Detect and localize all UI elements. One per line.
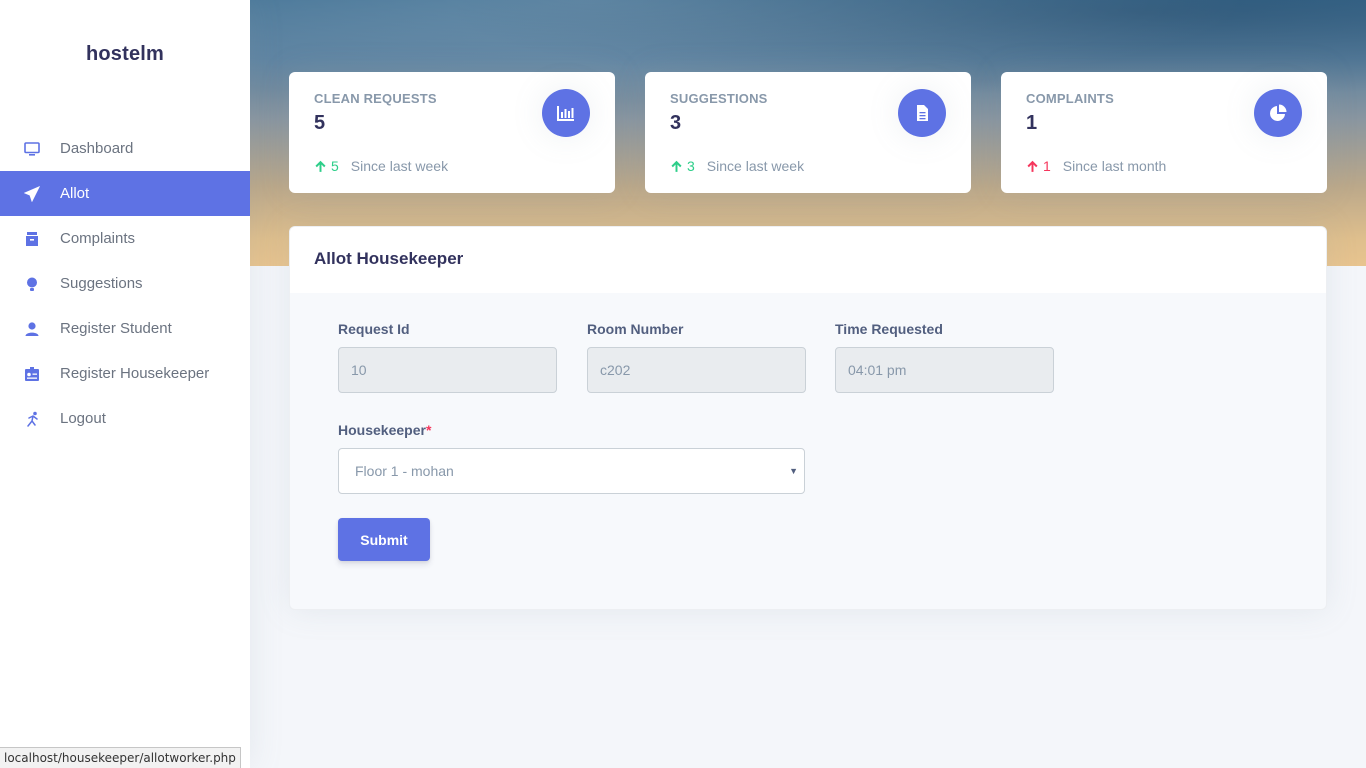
time-requested-label: Time Requested [835, 321, 943, 337]
sidebar-item-dashboard[interactable]: Dashboard [0, 126, 250, 171]
arrow-up-icon [315, 160, 326, 172]
submit-button[interactable]: Submit [338, 518, 430, 561]
stat-delta: 1 [1026, 158, 1051, 174]
badge-icon [24, 366, 40, 382]
arrow-up-icon [1027, 160, 1038, 172]
sidebar-item-label: Complaints [60, 230, 136, 247]
stat-footer: 1 Since last month [1026, 158, 1166, 174]
allot-housekeeper-card: Allot Housekeeper Request Id 10 Room Num… [289, 226, 1327, 610]
sidebar-item-label: Dashboard [60, 140, 134, 157]
housekeeper-label: Housekeeper* [338, 422, 431, 438]
archive-icon [24, 231, 40, 247]
stat-card-suggestions: SUGGESTIONS 3 3 Since last week [645, 72, 971, 193]
browser-status-url: localhost/housekeeper/allotworker.php [0, 747, 241, 768]
monitor-icon [24, 141, 40, 157]
brand-logo[interactable]: hostelm [0, 0, 250, 110]
sidebar-item-complaints[interactable]: Complaints [0, 216, 250, 261]
sidebar-item-register-student[interactable]: Register Student [0, 306, 250, 351]
sidebar-nav: Dashboard Allot Complaints Suggestions R… [0, 126, 250, 441]
stat-footer: 5 Since last week [314, 158, 448, 174]
stat-delta: 5 [314, 158, 339, 174]
room-number-field: c202 [587, 347, 806, 393]
request-id-label: Request Id [338, 321, 410, 337]
stat-delta-value: 1 [1043, 158, 1051, 174]
sidebar-item-allot[interactable]: Allot [0, 171, 250, 216]
sidebar-item-label: Allot [60, 185, 90, 202]
request-id-field: 10 [338, 347, 557, 393]
stat-since: Since last month [1062, 158, 1167, 174]
stat-delta-value: 3 [687, 158, 695, 174]
sidebar-item-label: Register Housekeeper [60, 365, 210, 382]
bulb-icon [24, 276, 40, 292]
stat-footer: 3 Since last week [670, 158, 804, 174]
sidebar-item-label: Suggestions [60, 275, 143, 292]
user-icon [24, 321, 40, 337]
arrow-up-icon [671, 160, 682, 172]
chart-bar-icon [542, 89, 590, 137]
stat-delta: 3 [670, 158, 695, 174]
running-icon [24, 411, 40, 427]
caret-down-icon: ▼ [789, 466, 798, 476]
sidebar-item-label: Register Student [60, 320, 172, 337]
stat-card-clean-requests: CLEAN REQUESTS 5 5 Since last week [289, 72, 615, 193]
housekeeper-select[interactable]: Floor 1 - mohan ▼ [338, 448, 805, 494]
stat-card-complaints: COMPLAINTS 1 1 Since last month [1001, 72, 1327, 193]
sidebar: hostelm Dashboard Allot Complaints Sugge… [0, 0, 250, 768]
stat-since: Since last week [350, 158, 449, 174]
document-icon [898, 89, 946, 137]
card-title: Allot Housekeeper [290, 227, 1326, 293]
sidebar-item-label: Logout [60, 410, 106, 427]
room-number-label: Room Number [587, 321, 684, 337]
housekeeper-selected-value: Floor 1 - mohan [355, 463, 454, 479]
brand-text: hostelm [85, 42, 165, 65]
sidebar-item-logout[interactable]: Logout [0, 396, 250, 441]
required-mark: * [425, 422, 432, 438]
stat-since: Since last week [706, 158, 805, 174]
pie-chart-icon [1254, 89, 1302, 137]
sidebar-item-register-housekeeper[interactable]: Register Housekeeper [0, 351, 250, 396]
housekeeper-label-text: Housekeeper [338, 422, 426, 438]
send-icon [24, 185, 40, 202]
sidebar-item-suggestions[interactable]: Suggestions [0, 261, 250, 306]
time-requested-field: 04:01 pm [835, 347, 1054, 393]
stat-delta-value: 5 [331, 158, 339, 174]
